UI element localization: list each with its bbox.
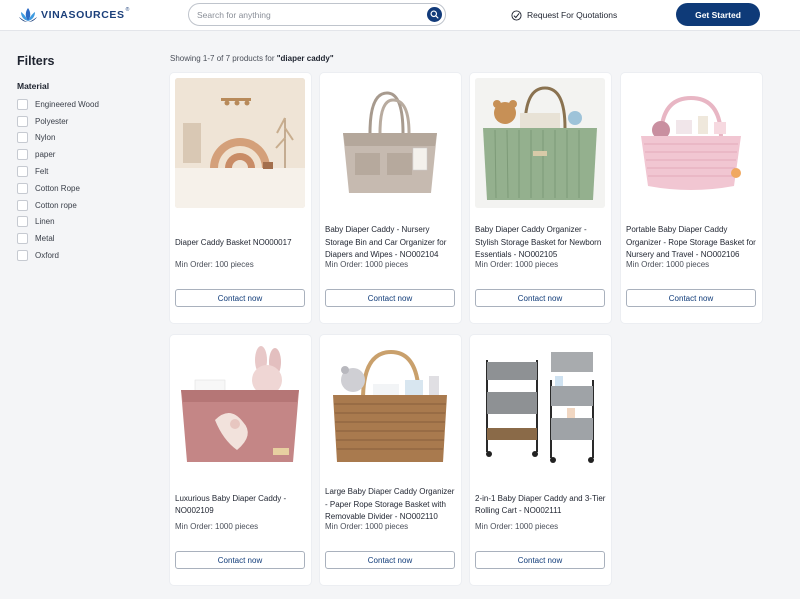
request-for-quotations-link[interactable]: Request For Quotations: [511, 8, 617, 22]
vinasources-logo[interactable]: VINASOURCES ®: [18, 6, 129, 24]
product-image[interactable]: [626, 78, 756, 208]
filter-option-label: Metal: [35, 234, 55, 244]
filter-option[interactable]: Polyester: [17, 113, 147, 130]
filter-option[interactable]: Oxford: [17, 247, 147, 264]
product-image[interactable]: [175, 78, 305, 208]
checkbox[interactable]: [17, 182, 28, 194]
checkbox[interactable]: [17, 250, 28, 262]
checkbox[interactable]: [17, 233, 28, 245]
contact-now-button[interactable]: Contact now: [325, 289, 455, 307]
logo-text: VINASOURCES: [41, 9, 125, 21]
min-order: Min Order: 1000 pieces: [175, 522, 259, 531]
filter-option[interactable]: Felt: [17, 163, 147, 180]
filter-option[interactable]: paper: [17, 146, 147, 163]
filter-option-label: Cotton rope: [35, 200, 77, 210]
min-order: Min Order: 1000 pieces: [325, 522, 409, 531]
search-icon: [430, 10, 439, 19]
checkbox[interactable]: [17, 149, 28, 161]
checkbox[interactable]: [17, 98, 28, 110]
results-summary: Showing 1-7 of 7 products for "diaper ca…: [170, 54, 334, 63]
material-filter-title: Material: [17, 81, 50, 91]
product-card[interactable]: Large Baby Diaper Caddy Organizer - Pape…: [320, 335, 461, 585]
product-card[interactable]: Baby Diaper Caddy - Nursery Storage Bin …: [320, 73, 461, 323]
contact-now-button[interactable]: Contact now: [175, 289, 305, 307]
min-order: Min Order: 1000 pieces: [475, 260, 559, 269]
search-input[interactable]: [197, 7, 419, 22]
filter-option-label: Cotton Rope: [35, 183, 80, 193]
filters-title: Filters: [17, 54, 55, 68]
contact-now-button[interactable]: Contact now: [475, 289, 605, 307]
filter-option[interactable]: Cotton rope: [17, 197, 147, 214]
checkbox[interactable]: [17, 115, 28, 127]
contact-now-button[interactable]: Contact now: [626, 289, 756, 307]
top-header: VINASOURCES ® Request For Quotations Get…: [0, 0, 800, 31]
product-image[interactable]: [475, 78, 605, 208]
product-image[interactable]: [475, 340, 605, 470]
material-filter-list: Engineered Wood Polyester Nylon paper Fe…: [17, 96, 147, 264]
filter-option[interactable]: Linen: [17, 214, 147, 231]
search-bar: [188, 3, 446, 26]
search-query: "diaper caddy": [276, 54, 334, 63]
logo-registered-mark: ®: [125, 7, 130, 13]
contact-now-button[interactable]: Contact now: [475, 551, 605, 569]
min-order: Min Order: 100 pieces: [175, 260, 254, 269]
min-order: Min Order: 1000 pieces: [325, 260, 409, 269]
filter-option-label: Linen: [35, 217, 55, 227]
filter-option-label: paper: [35, 150, 56, 160]
product-image[interactable]: [175, 340, 305, 470]
product-card[interactable]: Diaper Caddy Basket NO000017 Min Order: …: [170, 73, 311, 323]
checkbox[interactable]: [17, 199, 28, 211]
product-card[interactable]: 2-in-1 Baby Diaper Caddy and 3-Tier Roll…: [470, 335, 611, 585]
filter-option[interactable]: Nylon: [17, 130, 147, 147]
filter-option[interactable]: Cotton Rope: [17, 180, 147, 197]
lotus-logo-icon: [19, 8, 37, 22]
filter-option-label: Felt: [35, 167, 49, 177]
product-image[interactable]: [325, 78, 455, 208]
rfq-label: Request For Quotations: [527, 10, 618, 20]
checkbox[interactable]: [17, 216, 28, 228]
product-card[interactable]: Portable Baby Diaper Caddy Organizer - R…: [621, 73, 762, 323]
min-order: Min Order: 1000 pieces: [475, 522, 559, 531]
get-started-button[interactable]: Get Started: [676, 3, 760, 26]
checkbox[interactable]: [17, 166, 28, 178]
filter-option[interactable]: Engineered Wood: [17, 96, 147, 113]
product-card[interactable]: Luxurious Baby Diaper Caddy - NO002109 M…: [170, 335, 311, 585]
filter-option-label: Oxford: [35, 251, 60, 261]
product-image[interactable]: [325, 340, 455, 470]
filters-sidebar: Filters Material Engineered Wood Polyest…: [17, 54, 147, 264]
checkbox[interactable]: [17, 132, 28, 144]
results-count-text: Showing 1-7 of 7 products for: [170, 54, 277, 63]
filter-option-label: Nylon: [35, 133, 56, 143]
contact-now-button[interactable]: Contact now: [325, 551, 455, 569]
contact-now-button[interactable]: Contact now: [175, 551, 305, 569]
filter-option-label: Polyester: [35, 116, 69, 126]
quote-icon: [511, 9, 522, 21]
search-button[interactable]: [427, 7, 442, 22]
min-order: Min Order: 1000 pieces: [626, 260, 710, 269]
product-card[interactable]: Baby Diaper Caddy Organizer - Stylish St…: [470, 73, 611, 323]
filter-option-label: Engineered Wood: [35, 99, 99, 109]
filter-option[interactable]: Metal: [17, 230, 147, 247]
